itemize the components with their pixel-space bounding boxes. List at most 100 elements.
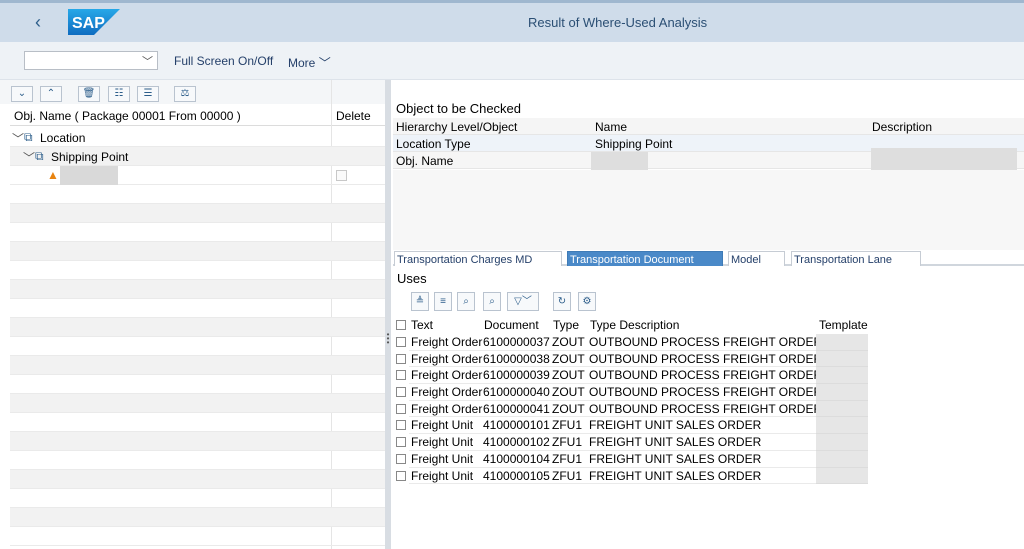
expand-all-button[interactable]: ⌄ <box>11 86 33 102</box>
cell-document: 4100000101 <box>483 418 550 433</box>
table-row[interactable]: Freight Order 6100000038 ZOUT OUTBOUND PROC… <box>395 350 1024 368</box>
cell-type-description: FREIGHT UNIT SALES ORDER <box>589 435 762 450</box>
uses-toolbar: ≜ ≡ ⌕ ⌕ ▽﹀ ↻ ⚙ <box>407 291 627 313</box>
column-delete[interactable]: Delete <box>336 109 371 123</box>
tree-row-shipping-point[interactable]: ﹀ ⧉ Shipping Point <box>10 147 385 166</box>
list-item <box>10 261 385 280</box>
row-checkbox[interactable] <box>396 387 406 398</box>
column-obj-name[interactable]: Obj. Name ( Package 00001 From 00000 ) <box>14 109 241 123</box>
cell-document: 6100000039 <box>483 368 550 383</box>
collapse-all-icon: ⌃ <box>46 88 56 99</box>
list-item <box>10 185 385 204</box>
select-all-button[interactable]: ☷ <box>108 86 130 102</box>
list-item <box>10 318 385 337</box>
row-checkbox[interactable] <box>396 337 406 347</box>
tree-label: Location <box>40 131 86 145</box>
compare-button[interactable]: ⚖ <box>174 86 196 102</box>
deselect-all-button[interactable]: ☰ <box>137 86 159 102</box>
cell-type-description: FREIGHT UNIT SALES ORDER <box>589 418 762 433</box>
table-row[interactable]: Freight Order 6100000041 ZOUT OUTBOUND PROC… <box>395 400 1024 418</box>
table-row[interactable]: Freight Order 6100000040 ZOUT OUTBOUND PROC… <box>395 384 1024 401</box>
list-item <box>10 280 385 299</box>
list-item <box>10 299 385 318</box>
table-row[interactable]: Freight Unit 4100000104 ZFU1 FREIGHT UNIT S… <box>395 450 1024 468</box>
folder-icon: ⧉ <box>24 130 33 144</box>
cell-type: ZFU1 <box>552 435 582 450</box>
column-type-description[interactable]: Type Description <box>590 318 679 332</box>
table-row[interactable]: Freight Unit 4100000101 ZFU1 FREIGHT UNIT S… <box>395 417 1024 435</box>
select-all-checkbox[interactable] <box>396 320 406 330</box>
more-button[interactable]: More ﹀ <box>288 54 331 71</box>
tab-transportation-lane[interactable]: Transportation Lane <box>791 251 921 266</box>
sort-descending-button[interactable]: ≡ <box>434 292 452 311</box>
chevron-down-icon: ﹀ <box>23 151 36 165</box>
table-row[interactable]: Freight Order 6100000037 ZOUT OUTBOUND PROC… <box>395 334 1024 351</box>
table-row[interactable]: Freight Unit 4100000102 ZFU1 FREIGHT UNIT S… <box>395 434 1024 451</box>
tree-row-location[interactable]: ﹀ ⧉ Location <box>10 128 385 147</box>
row-checkbox[interactable] <box>396 453 406 464</box>
column-hierarchy[interactable]: Hierarchy Level/Object <box>396 120 517 134</box>
list-item <box>10 204 385 223</box>
cell-type: ZFU1 <box>552 451 582 466</box>
cell-type: ZOUT <box>552 385 585 400</box>
table-row[interactable]: Freight Order 6100000039 ZOUT OUTBOUND PROC… <box>395 367 1024 385</box>
table-row[interactable]: Freight Unit 4100000105 ZFU1 FREIGHT UNIT S… <box>395 467 1024 485</box>
list-item <box>10 413 385 432</box>
cell-template <box>816 467 868 485</box>
row-checkbox[interactable] <box>396 437 406 448</box>
cell-template <box>816 450 868 468</box>
find-next-button[interactable]: ⌕ <box>483 292 501 311</box>
tree-label: Shipping Point <box>51 150 129 164</box>
column-template[interactable]: Template <box>819 318 868 332</box>
tab-transportation-charges-md[interactable]: Transportation Charges MD <box>394 251 562 266</box>
list-item <box>10 527 385 546</box>
variant-select[interactable]: ﹀ <box>24 51 158 70</box>
cell-text: Freight Order <box>411 335 483 349</box>
row-name: Shipping Point <box>595 137 673 151</box>
object-tree-panel: ⌄ ⌃ 🗑 ☷ ☰ ⚖ Obj. Name ( Package 00001 Fr… <box>0 80 385 549</box>
delete-checkbox[interactable] <box>336 170 347 181</box>
cell-document: 4100000102 <box>483 435 550 450</box>
row-checkbox[interactable] <box>396 403 406 414</box>
find-button[interactable]: ⌕ <box>457 292 475 311</box>
settings-button[interactable]: ⚙ <box>578 292 596 311</box>
cell-document: 6100000037 <box>483 335 550 349</box>
collapse-all-button[interactable]: ⌃ <box>40 86 62 102</box>
row-checkbox[interactable] <box>396 370 406 381</box>
row-checkbox[interactable] <box>396 470 406 481</box>
fullscreen-button[interactable]: Full Screen On/Off <box>174 54 273 68</box>
column-document[interactable]: Document <box>484 318 539 332</box>
column-description[interactable]: Description <box>872 120 932 134</box>
refresh-button[interactable]: ↻ <box>553 292 571 311</box>
column-name[interactable]: Name <box>595 120 627 134</box>
row-checkbox[interactable] <box>396 420 406 431</box>
cell-template <box>816 384 868 401</box>
tree-row-object[interactable]: ▲ <box>10 166 385 185</box>
list-item <box>10 489 385 508</box>
sort-descending-icon: ≡ <box>440 296 446 307</box>
settings-icon: ⚙ <box>582 296 592 307</box>
list-item <box>10 356 385 375</box>
back-button[interactable]: ‹ <box>28 11 48 35</box>
table-row[interactable]: Obj. Name <box>393 148 1024 174</box>
tree-header: Obj. Name ( Package 00001 From 00000 ) D… <box>10 104 385 126</box>
cell-type: ZOUT <box>552 368 585 383</box>
delete-icon: 🗑 <box>82 88 96 99</box>
tab-model[interactable]: Model <box>728 251 785 266</box>
chevron-down-icon: ﹀ <box>318 56 331 70</box>
cell-text: Freight Unit <box>411 468 474 483</box>
cell-type: ZFU1 <box>552 418 582 433</box>
tab-transportation-document[interactable]: Transportation Document <box>567 251 723 266</box>
empty-area <box>393 170 1024 250</box>
cell-type-description: FREIGHT UNIT SALES ORDER <box>589 451 762 466</box>
sort-ascending-button[interactable]: ≜ <box>411 292 429 311</box>
filter-button[interactable]: ▽﹀ <box>507 292 539 311</box>
cell-template <box>816 434 868 451</box>
column-text[interactable]: Text <box>411 318 433 332</box>
chevron-down-icon: ﹀ <box>12 132 25 146</box>
cell-text: Freight Order <box>411 368 483 383</box>
delete-button[interactable]: 🗑 <box>78 86 100 102</box>
row-checkbox[interactable] <box>396 353 406 364</box>
list-item <box>10 432 385 451</box>
column-type[interactable]: Type <box>553 318 579 332</box>
